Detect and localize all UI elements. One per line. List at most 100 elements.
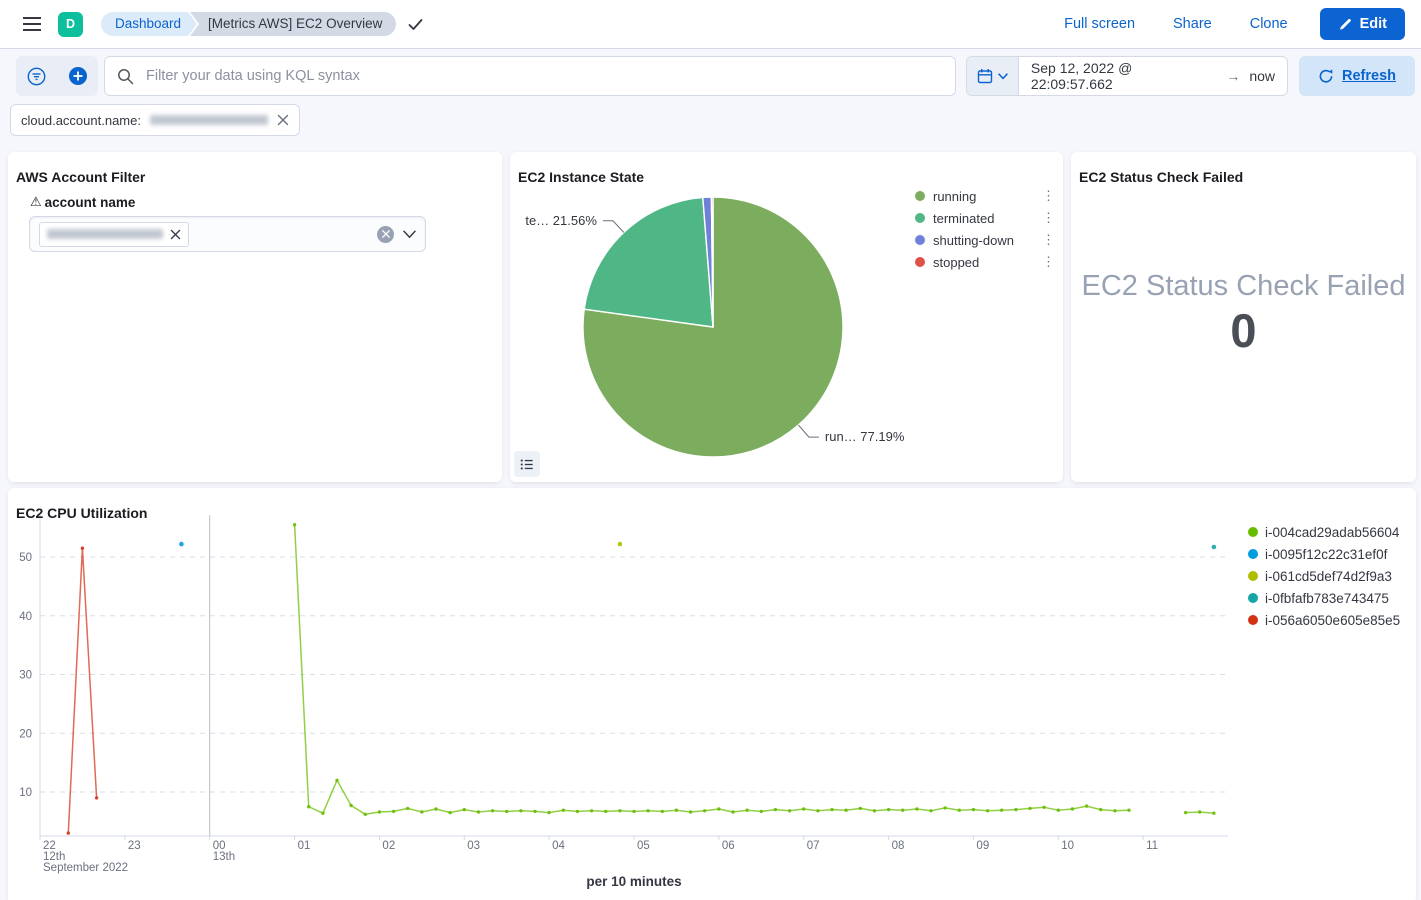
saved-check-icon: [408, 18, 423, 31]
panel-title-ec2-cpu-utilization[interactable]: EC2 CPU Utilization: [16, 505, 147, 521]
series-point-i-004cad29adab56604: [703, 809, 706, 812]
series-point-i-004cad29adab56604: [816, 809, 819, 812]
series-point-i-004cad29adab56604: [958, 809, 961, 812]
legend-label: running: [933, 189, 976, 204]
series-point-i-004cad29adab56604: [1057, 809, 1060, 812]
x-axis-tick-label: 09: [976, 840, 989, 852]
series-point-i-061cd5def74d2f9a3: [618, 542, 623, 547]
x-axis-tick-label: 08: [892, 840, 905, 852]
panel-title-ec2-instance-state[interactable]: EC2 Instance State: [518, 169, 644, 185]
pie-legend-item-running[interactable]: running ⋮: [915, 185, 1057, 207]
token-remove-icon[interactable]: [170, 229, 181, 240]
x-axis-tick-label: 05: [637, 840, 650, 852]
pie-callout-label: run… 77.19%: [825, 429, 905, 444]
series-point-i-004cad29adab56604: [830, 808, 833, 811]
series-point-i-004cad29adab56604: [562, 809, 565, 812]
calendar-menu-button[interactable]: [967, 57, 1019, 95]
series-point-i-004cad29adab56604: [1113, 809, 1116, 812]
series-point-i-004cad29adab56604: [802, 807, 805, 810]
pie-legend-item-stopped[interactable]: stopped⋮: [915, 251, 1057, 273]
pie-legend-item-terminated[interactable]: terminated⋮: [915, 207, 1057, 229]
x-axis-tick-label: 06: [722, 840, 735, 852]
cpu-legend-item-i-0095f12c22c31ef0f[interactable]: i-0095f12c22c31ef0f: [1248, 543, 1413, 565]
hamburger-icon: [22, 16, 42, 32]
selected-account-token[interactable]: [39, 222, 189, 247]
series-point-i-004cad29adab56604: [576, 810, 579, 813]
y-axis-tick-label: 50: [19, 552, 32, 564]
share-button[interactable]: Share: [1167, 15, 1218, 33]
legend-color-dot: [1248, 593, 1258, 603]
edit-button[interactable]: Edit: [1320, 8, 1405, 40]
full-screen-button[interactable]: Full screen: [1058, 15, 1141, 33]
chevron-down-icon: [998, 73, 1008, 80]
list-icon: [520, 457, 534, 472]
legend-actions-icon[interactable]: ⋮: [1040, 213, 1057, 223]
series-point-i-004cad29adab56604: [335, 779, 338, 782]
panel-title-ec2-status-check-failed[interactable]: EC2 Status Check Failed: [1079, 169, 1243, 185]
series-point-i-004cad29adab56604: [618, 809, 621, 812]
legend-color-dot: [1248, 549, 1258, 559]
add-filter-button[interactable]: [57, 56, 98, 96]
series-point-i-004cad29adab56604: [731, 810, 734, 813]
space-avatar-badge[interactable]: D: [58, 12, 83, 37]
panel-title-aws-account-filter[interactable]: AWS Account Filter: [16, 169, 145, 185]
cpu-legend-item-i-061cd5def74d2f9a3[interactable]: i-061cd5def74d2f9a3: [1248, 565, 1413, 587]
combobox-clear-icon[interactable]: [377, 226, 394, 243]
breadcrumb-current-dashboard[interactable]: [Metrics AWS] EC2 Overview: [190, 12, 396, 36]
series-point-i-004cad29adab56604: [1028, 807, 1031, 810]
legend-actions-icon[interactable]: ⋮: [1040, 191, 1057, 201]
cpu-legend-item-i-0fbfafb783e743475[interactable]: i-0fbfafb783e743475: [1248, 587, 1413, 609]
x-axis-title: per 10 minutes: [586, 874, 681, 889]
refresh-button[interactable]: Refresh: [1299, 56, 1415, 96]
series-point-i-004cad29adab56604: [505, 810, 508, 813]
filter-pill-field-label: cloud.account.name:: [21, 113, 141, 128]
pie-slice-terminated[interactable]: [584, 197, 713, 327]
x-axis-tick-label: 11: [1146, 840, 1158, 852]
edit-button-label: Edit: [1360, 16, 1387, 32]
clone-button[interactable]: Clone: [1244, 15, 1294, 33]
x-axis-tick-label: 02: [382, 840, 395, 852]
series-point-i-004cad29adab56604: [1198, 810, 1201, 813]
series-point-i-004cad29adab56604: [675, 809, 678, 812]
pie-legend-item-shutting-down[interactable]: shutting-down⋮: [915, 229, 1057, 251]
x-axis-date-label: 13th: [213, 851, 235, 863]
time-range-picker: Sep 12, 2022 @ 22:09:57.662 → now: [966, 56, 1288, 96]
legend-toggle-button[interactable]: [514, 451, 540, 477]
breadcrumb-dashboard[interactable]: Dashboard: [101, 12, 197, 36]
warning-icon: ⚠: [30, 194, 42, 210]
legend-label: i-061cd5def74d2f9a3: [1265, 569, 1392, 584]
cpu-legend-item-i-004cad29adab56604[interactable]: i-004cad29adab56604: [1248, 521, 1413, 543]
series-line-i-056a6050e605e85e5[interactable]: [68, 548, 96, 833]
saved-query-filter-icon[interactable]: [16, 56, 57, 96]
filter-circle-icon: [27, 67, 46, 86]
cpu-legend-item-i-056a6050e605e85e5[interactable]: i-056a6050e605e85e5: [1248, 609, 1413, 631]
account-name-combobox[interactable]: [29, 216, 426, 252]
legend-color-dot: [915, 235, 925, 245]
series-line-i-004cad29adab56604[interactable]: [295, 525, 1129, 815]
pie-callout-line: [798, 425, 819, 437]
series-point-i-056a6050e605e85e5: [95, 796, 98, 799]
menu-hamburger-icon[interactable]: [16, 8, 48, 40]
series-point-i-004cad29adab56604: [844, 809, 847, 812]
top-actions: Full screen Share Clone Edit: [1058, 8, 1421, 40]
time-start-value[interactable]: Sep 12, 2022 @ 22:09:57.662: [1031, 60, 1217, 92]
filter-pill-cloud-account-name[interactable]: cloud.account.name:: [10, 104, 300, 136]
series-point-i-004cad29adab56604: [448, 811, 451, 814]
metric-visualization: EC2 Status Check Failed 0: [1071, 270, 1416, 358]
x-axis-tick-label: 03: [467, 840, 480, 852]
series-point-i-004cad29adab56604: [1071, 807, 1074, 810]
legend-actions-icon[interactable]: ⋮: [1040, 235, 1057, 245]
filter-pill-remove-icon[interactable]: [277, 114, 289, 126]
series-point-i-004cad29adab56604: [378, 810, 381, 813]
series-point-i-056a6050e605e85e5: [81, 547, 84, 550]
series-point-i-004cad29adab56604: [901, 809, 904, 812]
combobox-chevron-down-icon[interactable]: [403, 230, 416, 239]
y-axis-tick-label: 10: [19, 787, 32, 799]
time-end-value[interactable]: now: [1249, 68, 1275, 84]
x-axis-tick-label: 07: [807, 840, 820, 852]
kql-search-input[interactable]: [144, 67, 943, 85]
pencil-icon: [1338, 17, 1352, 31]
time-range-display[interactable]: Sep 12, 2022 @ 22:09:57.662 → now: [1019, 57, 1287, 95]
legend-actions-icon[interactable]: ⋮: [1040, 257, 1057, 267]
series-point-i-004cad29adab56604: [774, 808, 777, 811]
